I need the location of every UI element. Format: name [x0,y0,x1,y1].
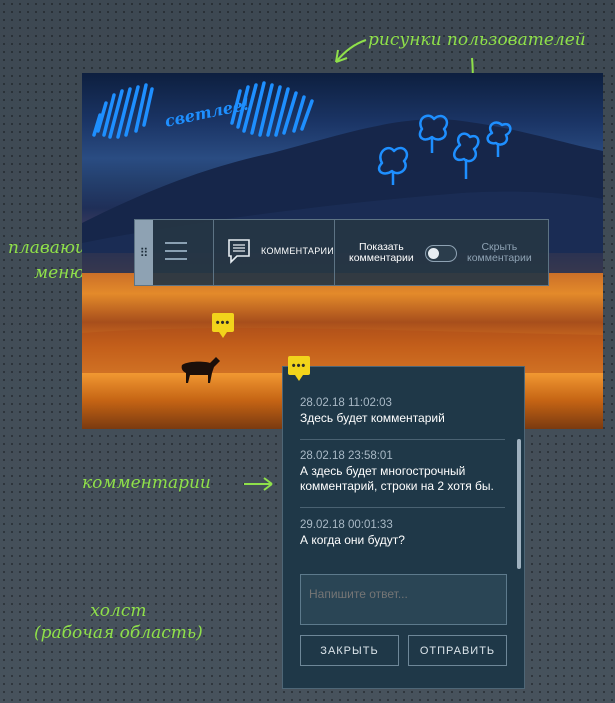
annotation-user-drawings: рисунки пользователей [368,30,586,50]
comment-timestamp: 28.02.18 23:58:01 [300,450,393,462]
comment-icon [228,239,250,264]
close-button[interactable]: ЗАКРЫТЬ [300,635,399,666]
menu-divider [213,220,214,285]
hamburger-icon[interactable] [165,242,187,260]
comment-divider [300,439,505,440]
floating-menu[interactable]: ⠿ КОММЕНТАРИИ Показать комментарии Скрыт… [134,219,549,286]
scrollbar[interactable] [517,439,521,569]
annotation-comments: комментарии [82,473,211,493]
comment-item: 28.02.18 11:02:03 Здесь будет комментари… [300,396,505,426]
arrow-icon [244,477,273,491]
arrow-icon [335,39,367,63]
annotation-canvas-line2: (рабочая область) [34,623,203,643]
comment-item: 28.02.18 23:58:01 А здесь будет многостр… [300,449,505,494]
hide-comments-label[interactable]: Скрыть комментарии [467,242,532,264]
menu-divider [334,220,335,285]
comment-text-line2: комментарий, строки на 2 хотя бы. [300,479,494,493]
annotation-canvas: холст (рабочая область) [34,600,203,644]
comments-toggle[interactable] [425,245,457,262]
comment-marker-active[interactable]: ••• [288,356,310,381]
comment-marker[interactable]: ••• [212,313,234,338]
comment-item: 29.02.18 00:01:33 А когда они будут? [300,518,505,548]
drag-handle[interactable]: ⠿ [135,220,153,285]
annotation-canvas-line1: холст [90,601,147,621]
comment-timestamp: 28.02.18 11:02:03 [300,397,392,409]
comment-text: Здесь будет комментарий [300,411,445,425]
comments-panel: 28.02.18 11:02:03 Здесь будет комментари… [282,366,525,689]
horse-figure [181,357,220,383]
show-comments-label[interactable]: Показать комментарии [349,242,414,264]
reply-input[interactable] [300,574,507,625]
show-comments-line2: комментарии [349,252,414,264]
send-button[interactable]: ОТПРАВИТЬ [408,635,507,666]
comment-text-line1: А здесь будет многострочный [300,464,466,478]
comment-divider [300,507,505,508]
comment-timestamp: 29.02.18 00:01:33 [300,519,393,531]
menu-comments-label[interactable]: КОММЕНТАРИИ [261,246,334,256]
comment-text: А когда они будут? [300,533,405,547]
hide-comments-line2: комментарии [467,252,532,264]
